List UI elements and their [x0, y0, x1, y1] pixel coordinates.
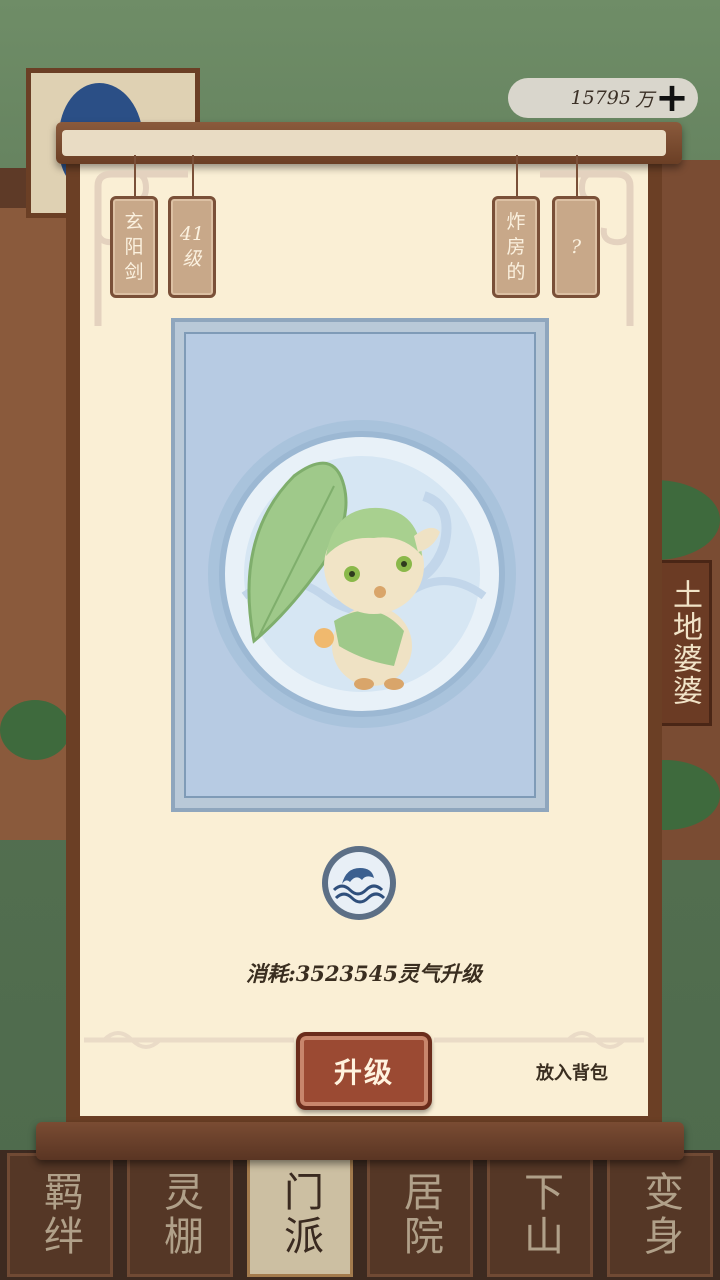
- currency-amount: 15795: [570, 87, 631, 109]
- nav-tab-sect[interactable]: 门派: [247, 1153, 353, 1277]
- currency-unit: 万: [634, 88, 654, 111]
- background-bush: [0, 700, 70, 760]
- nav-tab-residence[interactable]: 居院: [367, 1153, 473, 1277]
- put-in-bag-button[interactable]: 放入背包: [520, 1058, 624, 1086]
- upgrade-cost-text: 消耗:3523545灵气升级: [245, 961, 483, 986]
- background-sign: 土地婆婆: [656, 560, 712, 726]
- scroll-top-rod-highlight: [62, 130, 666, 156]
- upgrade-button[interactable]: 升级: [296, 1032, 432, 1110]
- water-element-icon: [322, 846, 396, 920]
- nav-tab-bond[interactable]: 羁绊: [7, 1153, 113, 1277]
- spirit-creature-icon: [208, 420, 516, 728]
- pet-name-tag: 玄 阳 剑: [110, 155, 158, 298]
- nav-tab-spirit-shed[interactable]: 灵棚: [127, 1153, 233, 1277]
- pet-owner-tag: 炸 房 的: [492, 155, 540, 298]
- nav-tab-transform[interactable]: 变身: [607, 1153, 713, 1277]
- pet-unknown-tag: ?: [552, 155, 600, 298]
- bottom-nav: 羁绊 灵棚 门派 居院 下山 变身: [0, 1150, 720, 1280]
- add-currency-button[interactable]: +: [654, 75, 690, 121]
- nav-tab-descend[interactable]: 下山: [487, 1153, 593, 1277]
- pet-level-tag: 41 级: [168, 155, 216, 298]
- scroll-bottom-rod: [36, 1122, 684, 1160]
